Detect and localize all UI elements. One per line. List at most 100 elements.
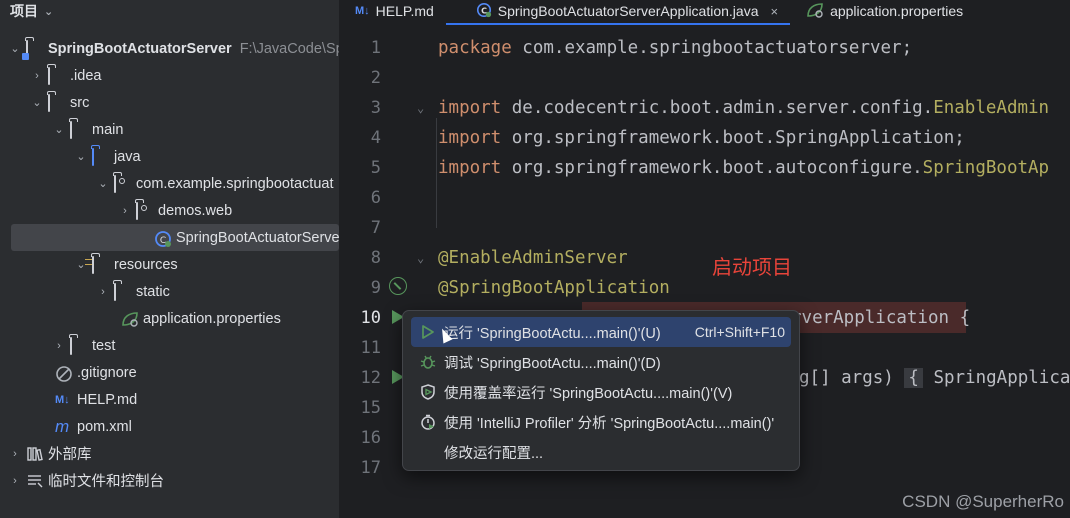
- tree-item-label: 临时文件和控制台: [48, 474, 164, 490]
- tree-item-label: demos.web: [158, 202, 233, 219]
- chevron-down-icon[interactable]: ⌄: [44, 5, 53, 18]
- tab-label: application.properties: [830, 3, 964, 19]
- fold-icon[interactable]: ⌄: [417, 251, 424, 265]
- keyword: import: [438, 98, 502, 118]
- chevron-right-icon[interactable]: ›: [8, 448, 22, 460]
- tree-item-static[interactable]: › static: [0, 278, 339, 305]
- tab-label: SpringBootActuatorServerApplication.java: [497, 3, 759, 19]
- tree-item-help-md[interactable]: M↓ HELP.md: [0, 386, 339, 413]
- line-number: 1: [370, 38, 381, 58]
- fold-icon[interactable]: ⌄: [417, 101, 424, 115]
- scratches-icon: [26, 473, 44, 489]
- tree-item-demos-web[interactable]: › demos.web: [0, 197, 339, 224]
- project-path: F:\JavaCode\Spr: [239, 40, 340, 57]
- line-number: 2: [370, 68, 381, 88]
- line-number: 6: [370, 188, 381, 208]
- tree-item-test[interactable]: › test: [0, 332, 339, 359]
- line-number: 10: [360, 308, 381, 328]
- code-line[interactable]: 7: [341, 213, 1070, 243]
- folder-icon: [70, 120, 88, 139]
- folder-icon: [70, 336, 88, 355]
- folder-icon: [48, 93, 66, 112]
- menu-item-label: 使用覆盖率运行 'SpringBootActu....main()'(V): [444, 385, 733, 402]
- menu-item-label: 使用 'IntelliJ Profiler' 分析 'SpringBootAct…: [444, 415, 775, 432]
- menu-item-run-with-coverage[interactable]: 使用覆盖率运行 'SpringBootActu....main()'(V): [411, 377, 791, 407]
- chevron-down-icon[interactable]: ⌄: [74, 150, 88, 163]
- chevron-right-icon[interactable]: ›: [96, 286, 110, 298]
- tree-item-label: test: [92, 337, 116, 354]
- menu-item-profiler[interactable]: 使用 'IntelliJ Profiler' 分析 'SpringBootAct…: [411, 407, 791, 437]
- code-text: com.example.springbootactuatorserver;: [511, 38, 913, 58]
- chevron-right-icon[interactable]: ›: [8, 475, 22, 487]
- line-number: 4: [370, 128, 381, 148]
- module-folder-icon: [22, 39, 44, 60]
- tab-application-properties[interactable]: application.properties: [790, 0, 975, 22]
- chevron-right-icon[interactable]: ›: [30, 70, 44, 82]
- keyword: import: [438, 158, 502, 178]
- run-icon: [419, 324, 437, 340]
- code-line[interactable]: 5 import org.springframework.boot.autoco…: [341, 153, 1070, 183]
- menu-item-edit-run-config[interactable]: 修改运行配置...: [411, 437, 791, 467]
- profiler-icon: [419, 414, 437, 430]
- line-number: 11: [360, 338, 381, 358]
- package-icon: [136, 201, 154, 220]
- tree-item-label: SpringBootActuatorServerA: [176, 229, 340, 246]
- tree-item-label: HELP.md: [77, 391, 138, 408]
- source-folder-icon: [92, 147, 110, 166]
- chevron-down-icon[interactable]: ⌄: [96, 177, 110, 190]
- line-number: 16: [360, 428, 381, 448]
- tree-item-gitignore[interactable]: .gitignore: [0, 359, 339, 386]
- red-annotation-text: 启动项目: [712, 255, 792, 279]
- tree-item-external-libraries[interactable]: › 外部库: [0, 440, 339, 467]
- annotation-text: @SpringBootApplication: [438, 278, 670, 298]
- project-tree: ⌄ SpringBootActuatorServer F:\JavaCode\S…: [0, 35, 339, 494]
- tree-item-scratches[interactable]: › 临时文件和控制台: [0, 467, 339, 494]
- code-line[interactable]: 6: [341, 183, 1070, 213]
- tab-label: HELP.md: [375, 3, 434, 19]
- tree-item-label: .gitignore: [77, 364, 137, 381]
- code-text: org.springframework.boot.SpringApplicati…: [501, 128, 965, 148]
- class-name: EnableAdmin: [933, 98, 1050, 118]
- code-line[interactable]: 4 import org.springframework.boot.Spring…: [341, 123, 1070, 153]
- tree-item-project-root[interactable]: ⌄ SpringBootActuatorServer F:\JavaCode\S…: [0, 35, 339, 62]
- project-tool-window: 项目 ⌄ ⌄ SpringBootActuatorServer F:\JavaC…: [0, 0, 340, 518]
- chevron-down-icon[interactable]: ⌄: [52, 123, 66, 136]
- close-icon[interactable]: ×: [770, 4, 778, 19]
- code-line[interactable]: 1 package com.example.springbootactuator…: [341, 33, 1070, 63]
- chevron-right-icon[interactable]: ›: [52, 340, 66, 352]
- tab-main-class[interactable]: C SpringBootActuatorServerApplication.ja…: [445, 0, 791, 25]
- tree-item-main-class[interactable]: C SpringBootActuatorServerA: [11, 224, 339, 251]
- folded-brace[interactable]: {: [904, 368, 923, 388]
- tree-item-label: SpringBootActuatorServer: [48, 40, 232, 57]
- tree-item-resources[interactable]: ⌄ resources: [0, 251, 339, 278]
- tree-item-pom-xml[interactable]: m pom.xml: [0, 413, 339, 440]
- tab-help-md[interactable]: M↓ HELP.md: [341, 0, 446, 22]
- code-line[interactable]: 9 @SpringBootApplication: [341, 273, 1070, 303]
- menu-item-debug[interactable]: 调试 'SpringBootActu....main()'(D): [411, 347, 791, 377]
- project-panel-title: 项目: [10, 3, 38, 19]
- chevron-down-icon[interactable]: ⌄: [30, 96, 44, 109]
- tree-item-label: src: [70, 94, 90, 111]
- tree-item-package[interactable]: ⌄ com.example.springbootactuat: [0, 170, 339, 197]
- tree-item-java[interactable]: ⌄ java: [0, 143, 339, 170]
- chevron-right-icon[interactable]: ›: [118, 205, 132, 217]
- project-panel-header[interactable]: 项目 ⌄: [0, 0, 339, 22]
- code-line[interactable]: 3 ⌄ import de.codecentric.boot.admin.ser…: [341, 93, 1070, 123]
- menu-item-run[interactable]: 运行 'SpringBootActu....main()'(U) Ctrl+Sh…: [411, 317, 791, 347]
- keyword: import: [438, 128, 502, 148]
- code-text: rverApplication {: [791, 308, 971, 328]
- code-line[interactable]: 8 ⌄ @EnableAdminServer: [341, 243, 1070, 273]
- code-line[interactable]: 2: [341, 63, 1070, 93]
- tree-item-idea[interactable]: › .idea: [0, 62, 339, 89]
- tree-item-label: pom.xml: [77, 418, 132, 435]
- tree-item-label: java: [114, 148, 141, 165]
- spring-bean-gutter-icon[interactable]: [388, 277, 408, 299]
- tree-item-src[interactable]: ⌄ src: [0, 89, 339, 116]
- tree-item-application-properties[interactable]: application.properties: [0, 305, 339, 332]
- chevron-down-icon[interactable]: ⌄: [8, 42, 22, 55]
- keyword: package: [438, 38, 512, 58]
- tree-item-main[interactable]: ⌄ main: [0, 116, 339, 143]
- spring-class-icon: C: [154, 230, 172, 247]
- tree-item-label: main: [92, 121, 124, 138]
- annotation-text: @EnableAdminServer: [438, 248, 628, 268]
